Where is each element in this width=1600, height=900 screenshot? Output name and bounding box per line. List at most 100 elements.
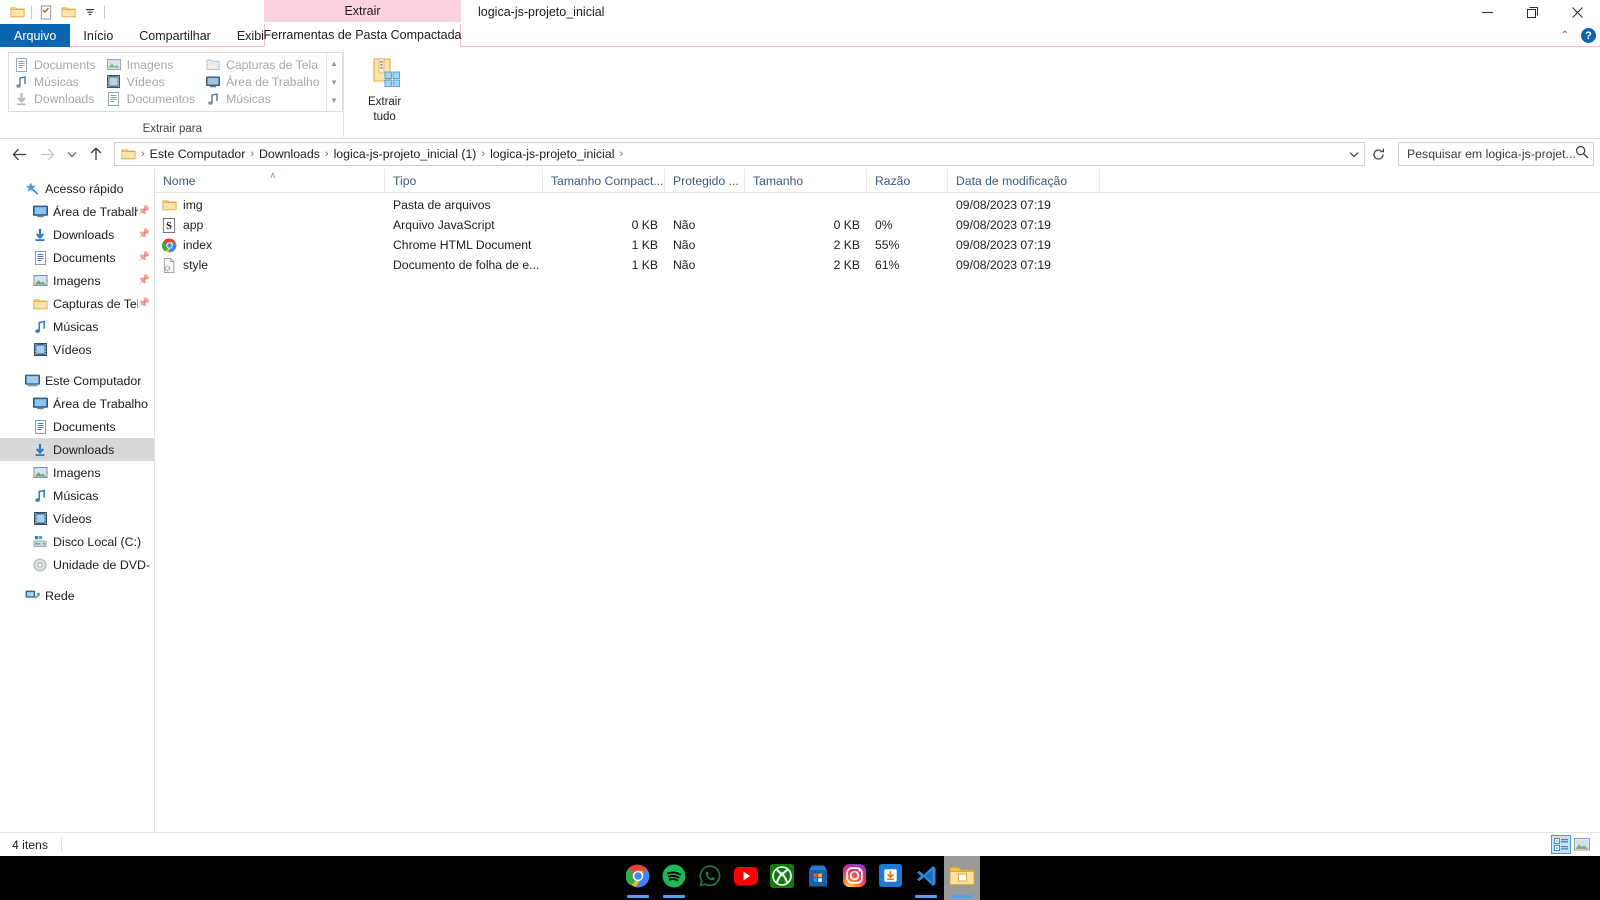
pin-icon[interactable]: 📌 [138,229,150,240]
column-header-data-de-modificacao[interactable]: Data de modificação [948,169,1100,192]
large-icons-view-button[interactable] [1572,835,1592,854]
breadcrumb-bar[interactable]: › Este Computador › Downloads › logica-j… [114,142,1365,166]
sidebar-item-videos[interactable]: Vídeos [0,338,154,361]
taskbar-item-whatsapp[interactable] [692,856,728,900]
gallery-item-musicas-2[interactable]: Músicas [201,91,326,108]
column-header-tamanho[interactable]: Tamanho [745,169,867,192]
breadcrumb-separator[interactable]: › [618,144,624,165]
gallery-item-documentos[interactable]: Documentos [102,91,201,108]
taskbar-item-microsoft-store[interactable] [800,856,836,900]
sidebar-item-pc-imagens[interactable]: Imagens [0,461,154,484]
table-row[interactable]: index Chrome HTML Document 1 KB Não 2 KB… [155,235,1600,255]
customize-dropdown-icon[interactable] [79,1,101,23]
vscode-icon [914,864,938,893]
column-header-tipo[interactable]: Tipo [385,169,543,192]
help-icon[interactable]: ? [1581,28,1596,43]
breadcrumb-root-icon[interactable] [117,144,140,165]
search-input[interactable] [1407,147,1575,161]
search-box[interactable] [1398,142,1594,166]
minimize-button[interactable] [1465,0,1510,24]
sidebar-item-pc-musicas[interactable]: Músicas [0,484,154,507]
sidebar-item-area-de-trabalho[interactable]: Área de Trabalho 📌 [0,200,154,223]
folder-icon[interactable] [6,1,28,23]
properties-icon[interactable] [35,1,57,23]
nav-group-rede[interactable]: Rede [0,584,154,607]
sidebar-item-documents[interactable]: Documents 📌 [0,246,154,269]
taskbar-item-app-installer[interactable] [872,856,908,900]
back-button[interactable] [6,142,32,166]
taskbar-item-vscode[interactable] [908,856,944,900]
details-view-button[interactable] [1551,835,1571,854]
breadcrumb-downloads[interactable]: Downloads [255,144,324,165]
column-header-protegido[interactable]: Protegido ... [665,169,745,192]
sidebar-item-capturas-de-tela[interactable]: Capturas de Tela 📌 [0,292,154,315]
recent-locations-button[interactable] [62,142,81,166]
up-button[interactable] [83,142,109,166]
gallery-item-area-de-trabalho[interactable]: Área de Trabalho [201,73,326,90]
gallery-item-imagens[interactable]: Imagens [102,56,201,73]
taskbar-item-instagram[interactable] [836,856,872,900]
gallery-scroll-up-icon[interactable]: ▲ [327,55,342,72]
documents-icon [106,91,122,107]
close-button[interactable] [1555,0,1600,24]
breadcrumb-logica-js-projeto-inicial[interactable]: logica-js-projeto_inicial [486,144,618,165]
table-row[interactable]: style Documento de folha de e... 1 KB Nã… [155,255,1600,275]
taskbar-item-chrome[interactable] [620,856,656,900]
taskbar-item-xbox[interactable] [764,856,800,900]
extract-all-button[interactable]: Extrair tudo [356,52,414,124]
taskbar-item-youtube[interactable] [728,856,764,900]
sidebar-item-pc-downloads[interactable]: Downloads [0,438,154,461]
new-folder-icon[interactable] [57,1,79,23]
maximize-button[interactable] [1510,0,1555,24]
tab-arquivo[interactable]: Arquivo [0,24,71,47]
nav-group-este-computador[interactable]: Este Computador [0,369,154,392]
gallery-scrollbar[interactable]: ▲ ▼ ▼ [325,53,342,111]
nav-group-label: Rede [45,588,75,603]
gallery-item-documents[interactable]: Documents [9,56,102,73]
sidebar-item-musicas[interactable]: Músicas [0,315,154,338]
search-icon[interactable] [1575,145,1589,164]
tab-ferramentas-de-pasta-compactada[interactable]: Ferramentas de Pasta Compactada [263,24,462,47]
breadcrumb-dropdown-icon[interactable] [1345,143,1362,165]
gallery-scroll-down-icon[interactable]: ▼ [327,74,342,91]
sidebar-item-imagens[interactable]: Imagens 📌 [0,269,154,292]
gallery-item-downloads[interactable]: Downloads [9,91,102,108]
breadcrumb-logica-js-projeto-inicial-1[interactable]: logica-js-projeto_inicial (1) [330,144,481,165]
gallery-scroll-more-icon[interactable]: ▼ [327,92,342,109]
gallery-item-videos[interactable]: Vídeos [102,73,201,90]
pin-icon[interactable]: 📌 [138,298,150,309]
file-name-cell[interactable]: img [155,197,385,213]
column-header-tamanho-compactado[interactable]: Tamanho Compact... [543,169,665,192]
sidebar-item-pc-videos[interactable]: Vídeos [0,507,154,530]
sidebar-item-pc-documents[interactable]: Documents [0,415,154,438]
nav-group-acesso-rapido[interactable]: Acesso rápido [0,177,154,200]
sidebar-item-unidade-de-dvd-rw[interactable]: Unidade de DVD-RW [0,553,154,576]
pin-icon[interactable]: 📌 [138,252,150,263]
tab-compartilhar[interactable]: Compartilhar [126,24,224,47]
pin-icon[interactable]: 📌 [138,206,150,217]
sidebar-item-label: Documents [53,419,116,434]
sidebar-item-label: Documents [53,250,116,265]
file-name-cell[interactable]: index [155,237,385,253]
file-name-cell[interactable]: style [155,257,385,273]
taskbar-item-file-explorer[interactable] [944,856,980,900]
taskbar-item-spotify[interactable] [656,856,692,900]
column-header-razao[interactable]: Razão [867,169,948,192]
gallery-item-capturas-de-tela[interactable]: Capturas de Tela [201,56,326,73]
collapse-ribbon-icon[interactable]: ⌃ [1557,30,1573,41]
forward-button[interactable] [34,142,60,166]
sidebar-item-downloads[interactable]: Downloads 📌 [0,223,154,246]
chrome-icon [625,864,650,893]
breadcrumb-este-computador[interactable]: Este Computador [146,144,250,165]
sidebar-item-disco-local-c[interactable]: Disco Local (C:) [0,530,154,553]
table-row[interactable]: img Pasta de arquivos 09/08/2023 07:19 [155,195,1600,215]
sidebar-item-pc-area-de-trabalho[interactable]: Área de Trabalho [0,392,154,415]
file-name-cell[interactable]: S app [155,217,385,233]
main-area: Acesso rápido Área de Trabalho 📌 Downloa… [0,169,1600,832]
table-row[interactable]: S app Arquivo JavaScript 0 KB Não 0 KB 0… [155,215,1600,235]
tab-inicio[interactable]: Início [70,24,126,47]
gallery-item-musicas[interactable]: Músicas [9,73,102,90]
pin-icon[interactable]: 📌 [138,275,150,286]
refresh-icon[interactable] [1367,143,1389,165]
column-header-nome[interactable]: Nome ∧ [155,169,385,192]
